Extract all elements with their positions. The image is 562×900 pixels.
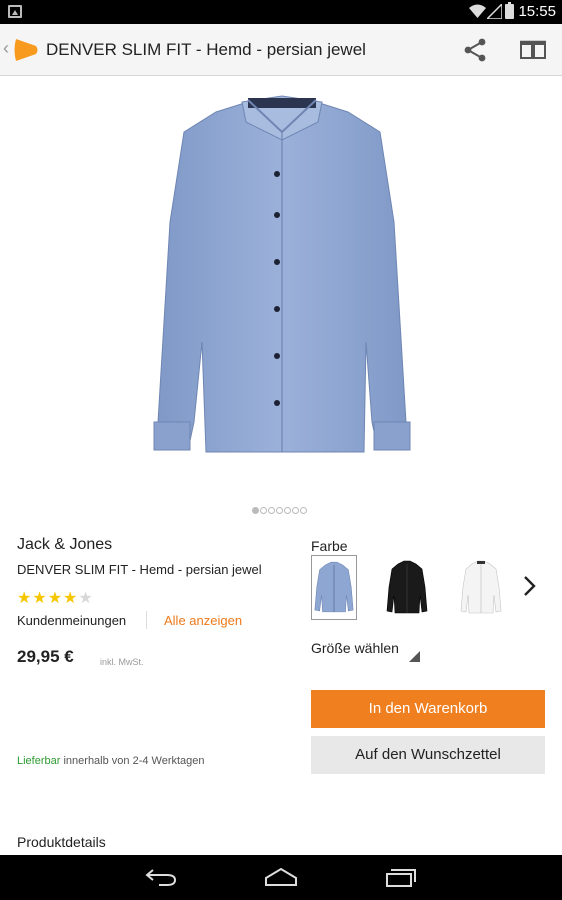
gallery-dot[interactable] [252, 507, 259, 514]
size-select[interactable]: Größe wählen [311, 640, 399, 656]
brand-name: Jack & Jones [17, 536, 113, 553]
gallery-pagination [252, 507, 307, 514]
availability-status: Lieferbar [17, 755, 61, 767]
star-full-icon: ★ [47, 590, 63, 607]
delivery-info: Lieferbar innerhalb von 2-4 Werktagen [17, 755, 205, 767]
divider [146, 611, 147, 629]
star-empty-icon: ★ [78, 590, 93, 607]
color-label: Farbe [311, 538, 348, 554]
gallery-dot[interactable] [300, 507, 307, 514]
compare-icon[interactable] [519, 39, 547, 61]
dropdown-caret-icon[interactable] [409, 651, 420, 662]
vat-note: inkl. MwSt. [100, 657, 144, 667]
gallery-dot[interactable] [292, 507, 299, 514]
price: 29,95 € [17, 647, 74, 666]
signal-icon [487, 4, 502, 19]
app-bar: ‹ DENVER SLIM FIT - Hemd - persian jewel [0, 24, 562, 76]
gallery-dot[interactable] [268, 507, 275, 514]
status-bar: 15:55 [0, 0, 562, 24]
add-to-wishlist-button[interactable]: Auf den Wunschzettel [311, 736, 545, 774]
recent-apps-icon[interactable] [385, 866, 417, 888]
add-to-cart-button[interactable]: In den Warenkorb [311, 690, 545, 728]
color-swatch-white[interactable] [458, 555, 504, 620]
back-chevron-icon[interactable]: ‹ [3, 38, 9, 59]
color-swatch-blue[interactable] [311, 555, 357, 620]
gallery-dot[interactable] [276, 507, 283, 514]
reviews-label: Kundenmeinungen [17, 613, 127, 628]
rating-stars: ★ ★ ★ ★ ★ [17, 590, 93, 608]
system-nav-bar [0, 855, 562, 900]
wifi-icon [469, 4, 486, 18]
page-title: DENVER SLIM FIT - Hemd - persian jewel [46, 40, 366, 59]
color-swatch-black[interactable] [384, 555, 430, 620]
product-image[interactable] [144, 92, 420, 492]
delivery-time: innerhalb von 2-4 Werktagen [60, 755, 205, 767]
status-time: 15:55 [518, 3, 556, 20]
zalando-logo-icon[interactable] [12, 36, 40, 64]
battery-icon [505, 2, 514, 19]
home-icon[interactable] [264, 866, 298, 888]
show-all-reviews-link[interactable]: Alle anzeigen [164, 613, 242, 628]
gallery-notification-icon [8, 5, 22, 18]
star-full-icon: ★ [63, 590, 78, 607]
product-details-heading[interactable]: Produktdetails [17, 834, 106, 850]
product-name: DENVER SLIM FIT - Hemd - persian jewel [17, 562, 262, 577]
share-icon[interactable] [462, 37, 488, 63]
back-icon[interactable] [145, 866, 177, 888]
star-full-icon: ★ [32, 590, 47, 607]
chevron-right-icon[interactable] [522, 574, 538, 598]
gallery-dot[interactable] [284, 507, 291, 514]
star-full-icon: ★ [17, 590, 32, 607]
gallery-dot[interactable] [260, 507, 267, 514]
